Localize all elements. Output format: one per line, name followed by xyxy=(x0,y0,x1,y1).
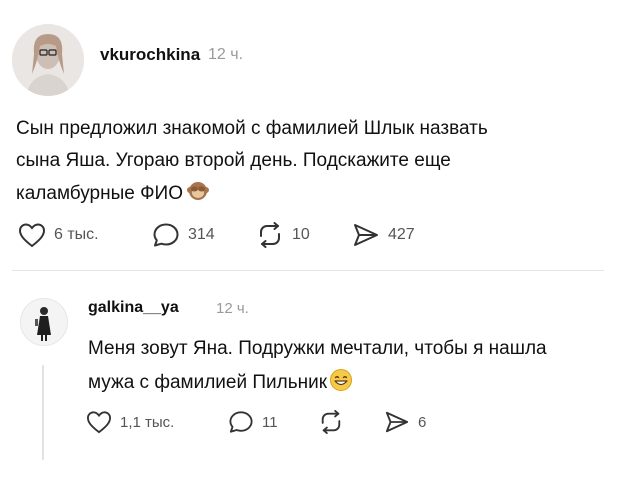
heart-icon xyxy=(18,223,46,248)
thread-line xyxy=(42,365,44,460)
comment-bubble-icon xyxy=(229,411,253,433)
post-share-button[interactable]: 427 xyxy=(352,222,415,248)
comment-bubble-icon xyxy=(153,223,179,247)
post-like-count: 6 тыс. xyxy=(54,226,99,243)
post-repost-count: 10 xyxy=(292,226,310,243)
post-time: 12 ч. xyxy=(208,46,244,63)
repost-arrows-icon xyxy=(321,410,341,434)
reply-like-button[interactable]: 1,1 тыс. xyxy=(86,410,174,434)
send-arrow-icon xyxy=(354,224,378,246)
grinning-face-emoji xyxy=(329,368,353,398)
reply-comment-count: 11 xyxy=(262,413,278,431)
post-repost-button[interactable]: 10 xyxy=(256,222,310,248)
post-comment-button[interactable]: 314 xyxy=(152,222,215,248)
send-arrow-icon xyxy=(385,411,409,433)
reply-comment-button[interactable]: 11 xyxy=(228,410,278,434)
post-divider xyxy=(12,270,604,271)
reply-username[interactable]: galkina__ya xyxy=(88,299,179,317)
post-text-line-3: каламбурные ФИО xyxy=(16,180,209,208)
post-text-line-1: Сын предложил знакомой с фамилией Шлык н… xyxy=(16,118,488,139)
post-comment-count: 314 xyxy=(188,226,215,243)
reply-text-line-2: мужа с фамилией Пильник xyxy=(88,368,353,398)
reply-repost-button[interactable] xyxy=(318,410,344,434)
reply-share-button[interactable]: 6 xyxy=(384,410,426,434)
reply-text-line-1: Меня зовут Яна. Подружки мечтали, чтобы … xyxy=(88,338,547,359)
see-no-evil-monkey-emoji xyxy=(187,180,209,208)
repost-arrows-icon xyxy=(260,222,280,248)
avatar-image xyxy=(21,299,67,345)
reply-like-count: 1,1 тыс. xyxy=(120,413,175,431)
reply-text-line-2-text: мужа с фамилией Пильник xyxy=(88,372,328,393)
post-avatar[interactable] xyxy=(12,24,84,96)
post-text-line-2: сына Яша. Угораю второй день. Подскажите… xyxy=(16,150,451,171)
avatar-image xyxy=(12,24,84,96)
reply-avatar[interactable] xyxy=(20,298,68,346)
reply-time: 12 ч. xyxy=(216,300,249,317)
post-text-line-3-text: каламбурные ФИО xyxy=(16,183,183,204)
heart-icon xyxy=(86,411,112,434)
post-username[interactable]: vkurochkina xyxy=(100,45,200,65)
post-share-count: 427 xyxy=(388,226,415,243)
post-like-button[interactable]: 6 тыс. xyxy=(18,222,99,248)
reply-share-count: 6 xyxy=(418,413,427,431)
